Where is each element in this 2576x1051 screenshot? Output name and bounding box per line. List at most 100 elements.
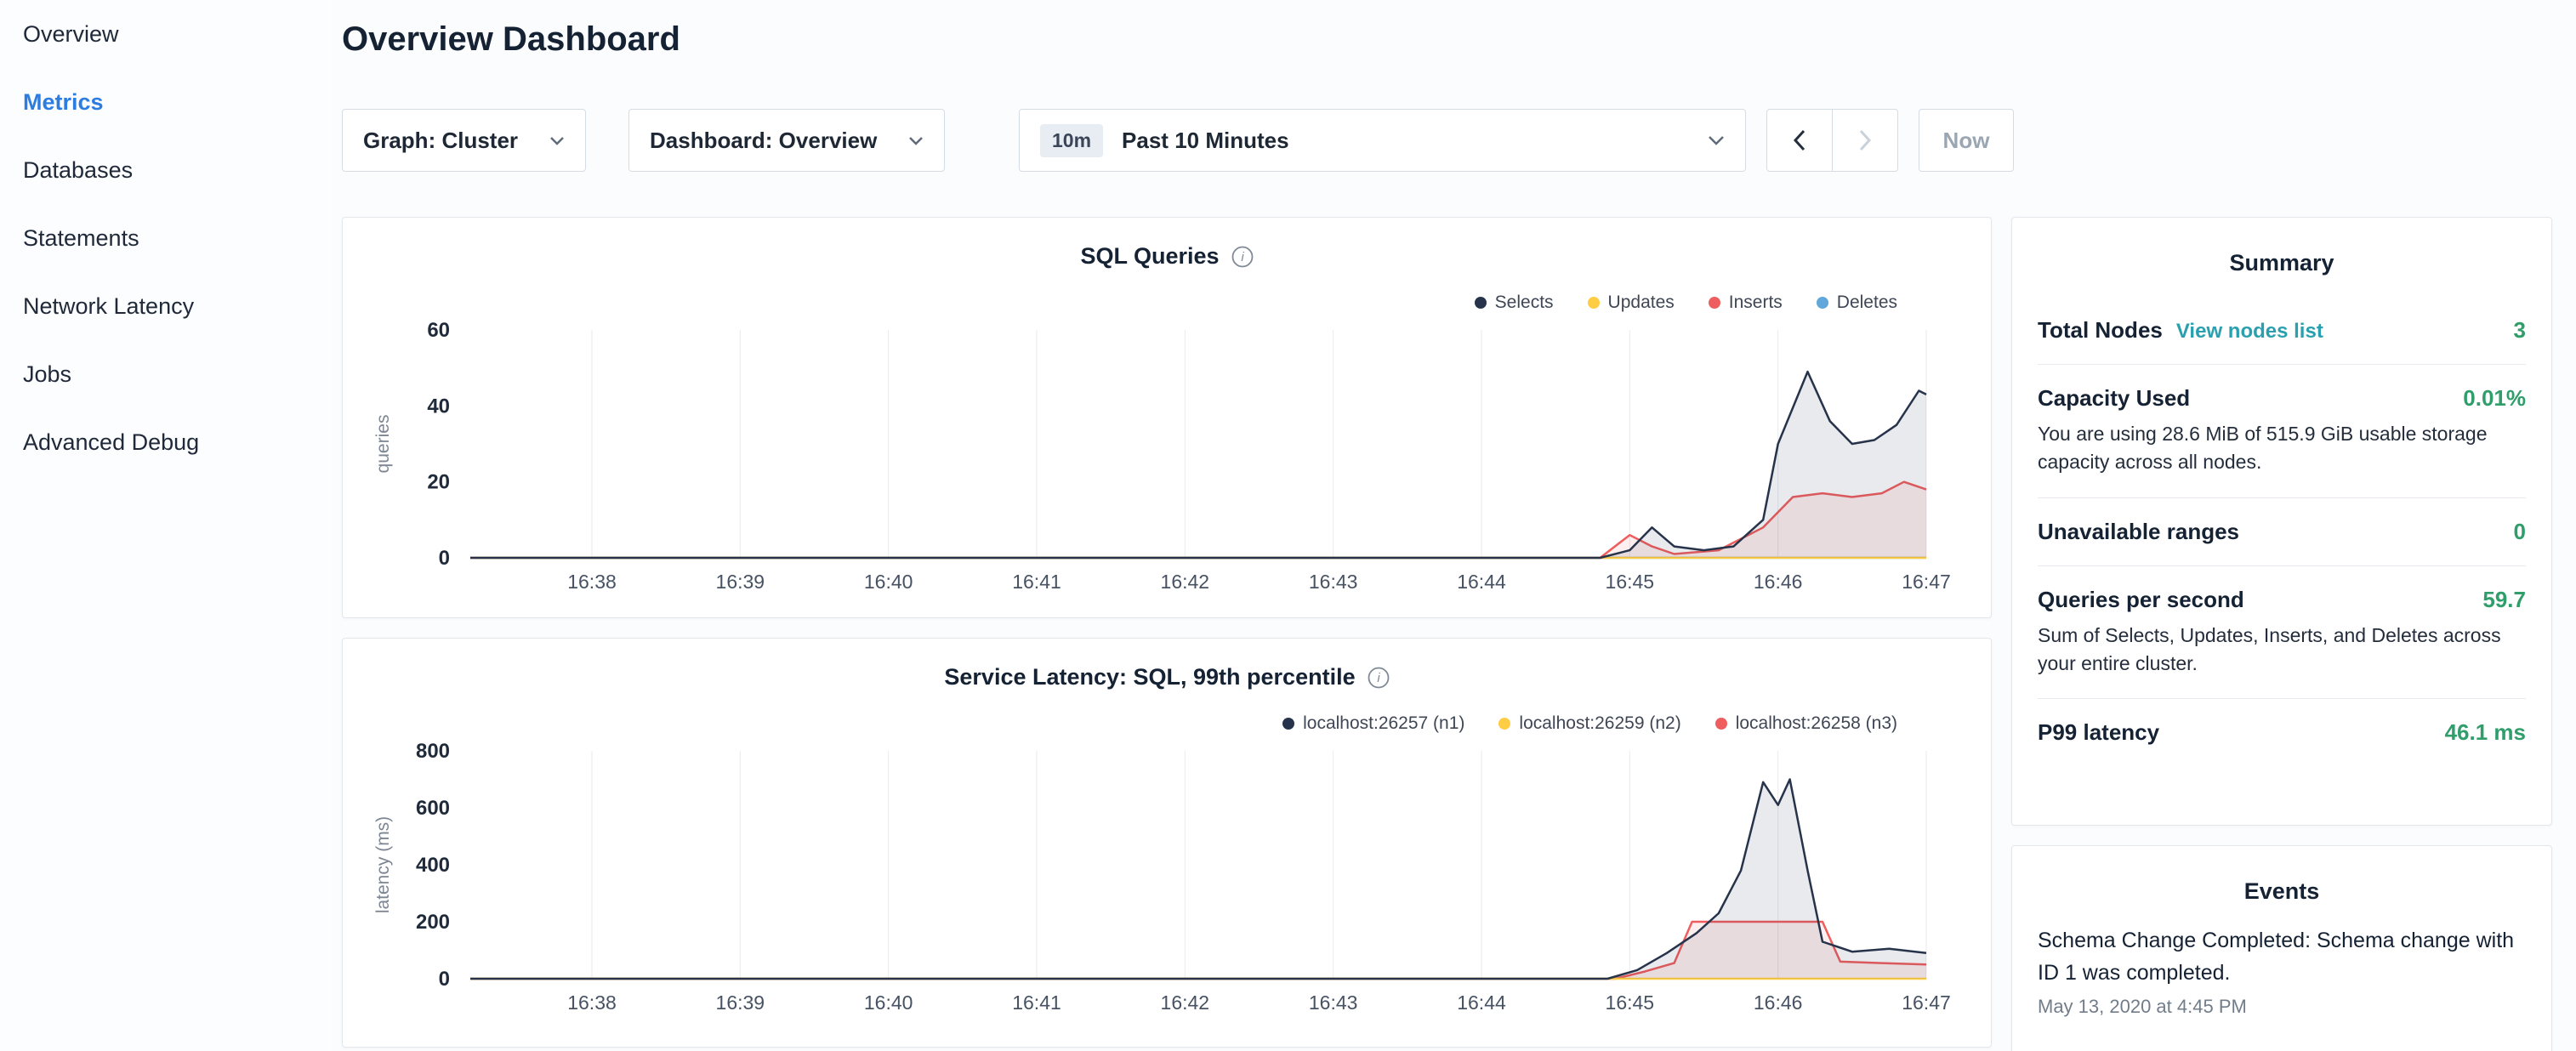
- x-tick-label: 16:43: [1309, 991, 1358, 1014]
- x-tick-label: 16:42: [1161, 991, 1210, 1014]
- legend-label: Inserts: [1729, 293, 1783, 313]
- chevron-down-icon: [549, 136, 565, 145]
- legend-item[interactable]: Updates: [1588, 293, 1675, 313]
- queries-per-second-label: Queries per second: [2038, 587, 2244, 613]
- y-tick-label: 20: [427, 471, 450, 494]
- now-button[interactable]: Now: [1919, 109, 2014, 172]
- x-tick-label: 16:46: [1754, 571, 1803, 593]
- page-title: Overview Dashboard: [342, 20, 680, 59]
- capacity-used-label: Capacity Used: [2038, 385, 2190, 412]
- legend-item[interactable]: Inserts: [1709, 293, 1783, 313]
- summary-row-total-nodes: Total Nodes View nodes list 3: [2038, 297, 2526, 364]
- dashboard-dropdown[interactable]: Dashboard: Overview: [628, 109, 945, 172]
- capacity-used-value: 0.01%: [2463, 385, 2526, 412]
- sidebar-item-overview[interactable]: Overview: [0, 0, 332, 68]
- series-area: [470, 372, 1926, 558]
- capacity-used-description: You are using 28.6 MiB of 515.9 GiB usab…: [2038, 420, 2526, 477]
- legend-item[interactable]: Deletes: [1817, 293, 1897, 313]
- series-area: [470, 780, 1926, 980]
- legend-label: Updates: [1608, 293, 1675, 313]
- total-nodes-label: Total Nodes: [2038, 317, 2163, 344]
- x-tick-label: 16:39: [716, 571, 765, 593]
- legend-dot: [1282, 718, 1294, 730]
- x-tick-label: 16:43: [1309, 571, 1358, 593]
- legend-dot: [1715, 718, 1727, 730]
- event-timestamp: May 13, 2020 at 4:45 PM: [2038, 996, 2526, 1018]
- chart-title: SQL Queries: [1080, 243, 1219, 270]
- info-icon[interactable]: i: [1231, 246, 1254, 268]
- legend-item[interactable]: localhost:26257 (n1): [1282, 713, 1464, 734]
- p99-latency-value: 46.1 ms: [2445, 719, 2526, 746]
- summary-row-capacity-used: Capacity Used 0.01% You are using 28.6 M…: [2038, 364, 2526, 497]
- summary-row-unavailable-ranges: Unavailable ranges 0: [2038, 497, 2526, 565]
- legend-item[interactable]: Selects: [1475, 293, 1554, 313]
- time-forward-button[interactable]: [1832, 109, 1898, 172]
- event-item[interactable]: Schema Change Completed: Schema change w…: [2038, 925, 2526, 1018]
- legend-dot: [1475, 297, 1487, 309]
- x-tick-label: 16:46: [1754, 991, 1803, 1014]
- x-tick-label: 16:41: [1012, 991, 1061, 1014]
- y-tick-label: 200: [416, 911, 450, 934]
- legend-label: localhost:26257 (n1): [1303, 713, 1464, 734]
- y-tick-label: 600: [416, 797, 450, 820]
- service-latency-card: Service Latency: SQL, 99th percentile i …: [342, 638, 1992, 1048]
- sidebar-nav: OverviewMetricsDatabasesStatementsNetwor…: [0, 0, 332, 1051]
- events-panel: Events Schema Change Completed: Schema c…: [2011, 845, 2552, 1051]
- y-tick-label: 0: [439, 547, 450, 570]
- event-message: Schema Change Completed: Schema change w…: [2038, 925, 2526, 989]
- time-range-dropdown[interactable]: 10m Past 10 Minutes: [1019, 109, 1746, 172]
- time-nav-buttons: [1766, 109, 1898, 172]
- chart-legend: Selects Updates Inserts Deletes: [1475, 293, 1897, 313]
- chevron-down-icon: [908, 136, 924, 145]
- events-title: Events: [2038, 846, 2526, 925]
- sql-queries-chart: 16:3816:3916:4016:4116:4216:4316:4416:45…: [368, 318, 1967, 607]
- x-tick-label: 16:45: [1606, 991, 1655, 1014]
- sidebar-item-jobs[interactable]: Jobs: [0, 340, 332, 408]
- x-tick-label: 16:40: [864, 991, 913, 1014]
- toolbar: Graph: Cluster Dashboard: Overview 10m P…: [342, 109, 2043, 172]
- y-tick-label: 40: [427, 395, 450, 418]
- legend-dot: [1817, 297, 1828, 309]
- chevron-left-icon: [1793, 129, 1806, 151]
- y-tick-label: 400: [416, 854, 450, 877]
- y-tick-label: 0: [439, 968, 450, 991]
- y-tick-label: 60: [427, 319, 450, 342]
- chart-title: Service Latency: SQL, 99th percentile: [944, 664, 1355, 690]
- sidebar-item-advanced-debug[interactable]: Advanced Debug: [0, 408, 332, 476]
- total-nodes-value: 3: [2514, 317, 2526, 344]
- series-line: [470, 372, 1926, 558]
- x-tick-label: 16:47: [1902, 991, 1951, 1014]
- unavailable-ranges-value: 0: [2514, 519, 2526, 545]
- x-tick-label: 16:38: [567, 991, 617, 1014]
- x-tick-label: 16:44: [1457, 571, 1506, 593]
- p99-latency-label: P99 latency: [2038, 719, 2159, 746]
- legend-item[interactable]: localhost:26258 (n3): [1715, 713, 1897, 734]
- sidebar-item-metrics[interactable]: Metrics: [0, 68, 332, 136]
- sidebar-item-network-latency[interactable]: Network Latency: [0, 272, 332, 340]
- service-latency-chart: 16:3816:3916:4016:4116:4216:4316:4416:45…: [368, 739, 1967, 1028]
- summary-panel: Summary Total Nodes View nodes list 3 Ca…: [2011, 217, 2552, 826]
- x-tick-label: 16:38: [567, 571, 617, 593]
- y-axis-label: latency (ms): [373, 816, 393, 913]
- chevron-right-icon: [1858, 129, 1872, 151]
- x-tick-label: 16:44: [1457, 991, 1506, 1014]
- series-area: [470, 482, 1926, 558]
- chart-legend: localhost:26257 (n1) localhost:26259 (n2)…: [1282, 713, 1897, 734]
- legend-label: localhost:26258 (n3): [1736, 713, 1897, 734]
- chevron-down-icon: [1708, 135, 1725, 145]
- info-icon[interactable]: i: [1368, 667, 1390, 689]
- legend-dot: [1498, 718, 1510, 730]
- time-back-button[interactable]: [1766, 109, 1833, 172]
- sidebar-item-statements[interactable]: Statements: [0, 204, 332, 272]
- graph-dropdown[interactable]: Graph: Cluster: [342, 109, 586, 172]
- svg-text:i: i: [1377, 671, 1380, 685]
- legend-label: Deletes: [1837, 293, 1897, 313]
- view-nodes-list-link[interactable]: View nodes list: [2176, 320, 2323, 344]
- x-tick-label: 16:42: [1161, 571, 1210, 593]
- x-tick-label: 16:47: [1902, 571, 1951, 593]
- legend-item[interactable]: localhost:26259 (n2): [1498, 713, 1680, 734]
- summary-row-p99-latency: P99 latency 46.1 ms: [2038, 698, 2526, 766]
- summary-row-queries-per-second: Queries per second 59.7 Sum of Selects, …: [2038, 565, 2526, 699]
- y-tick-label: 800: [416, 740, 450, 763]
- sidebar-item-databases[interactable]: Databases: [0, 136, 332, 204]
